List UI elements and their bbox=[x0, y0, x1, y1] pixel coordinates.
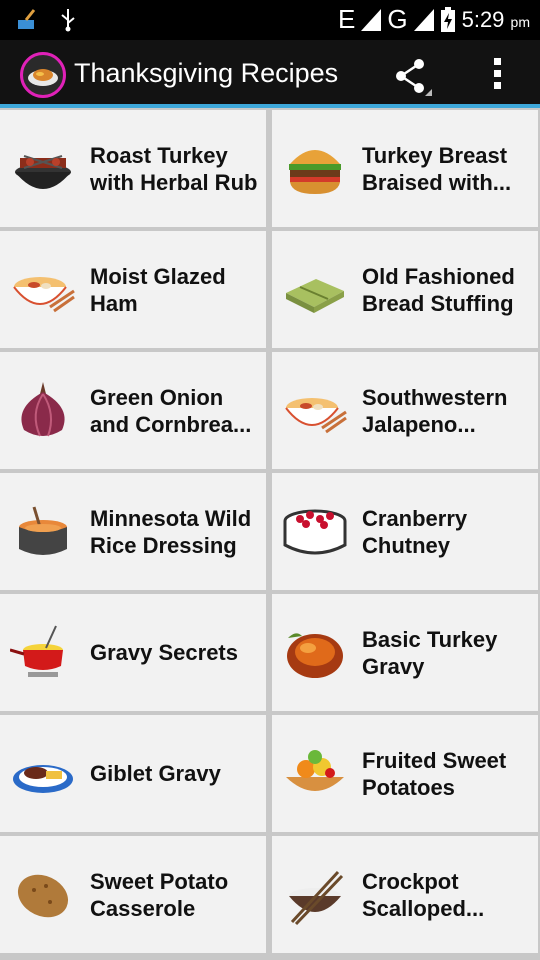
page-title: Thanksgiving Recipes bbox=[74, 58, 339, 88]
wrapped-food-icon bbox=[282, 257, 348, 323]
recipe-name: Sweet Potato Casserole bbox=[90, 868, 229, 921]
potato-icon bbox=[10, 862, 76, 928]
recipe-grid: Roast Turkey with Herbal Rub Turkey Breas… bbox=[0, 108, 540, 960]
burger-icon bbox=[282, 136, 348, 202]
recipe-name: Crockpot Scalloped... bbox=[362, 868, 485, 921]
recipe-card[interactable]: Moist Glazed Ham bbox=[0, 231, 266, 348]
app-bar: Thanksgiving Recipes bbox=[0, 40, 540, 108]
fondue-pot-icon bbox=[9, 620, 76, 686]
recipe-card[interactable]: Old Fashioned Bread Stuffing bbox=[272, 231, 538, 348]
cranberry-dish-icon bbox=[282, 499, 348, 565]
signal-icon-2 bbox=[413, 8, 434, 31]
share-icon[interactable] bbox=[392, 56, 432, 96]
recipe-card[interactable]: Turkey Breast Braised with... bbox=[272, 110, 538, 227]
soup-pot-icon bbox=[10, 499, 76, 565]
overflow-menu-icon[interactable] bbox=[488, 56, 508, 92]
clock: 5:29 pm bbox=[461, 6, 530, 32]
status-bar: E G 5:29 pm bbox=[0, 0, 540, 40]
recipe-card[interactable]: Minnesota Wild Rice Dressing bbox=[0, 473, 266, 590]
signal-icon-1 bbox=[361, 8, 382, 31]
recipe-name: Old Fashioned Bread Stuffing bbox=[362, 263, 515, 316]
grill-bowl-icon bbox=[10, 136, 76, 202]
app-logo-icon[interactable] bbox=[20, 52, 66, 98]
recipe-card[interactable]: Roast Turkey with Herbal Rub bbox=[0, 110, 266, 227]
roast-turkey-icon bbox=[282, 620, 348, 686]
recipe-card[interactable]: Gravy Secrets bbox=[0, 594, 266, 711]
recipe-card[interactable]: Basic Turkey Gravy bbox=[272, 594, 538, 711]
recipe-card[interactable]: Southwestern Jalapeno... bbox=[272, 352, 538, 469]
network-type-2: G bbox=[387, 4, 408, 34]
fruit-tart-icon bbox=[282, 741, 348, 807]
network-type-1: E bbox=[338, 4, 356, 34]
usb-icon bbox=[61, 9, 75, 32]
recipe-name: Minnesota Wild Rice Dressing bbox=[90, 505, 252, 558]
recipe-card[interactable]: Crockpot Scalloped... bbox=[272, 836, 538, 953]
recipe-name: Moist Glazed Ham bbox=[90, 263, 226, 316]
battery-charging-icon bbox=[440, 6, 455, 32]
recipe-name: Basic Turkey Gravy bbox=[362, 626, 498, 679]
recipe-name: Green Onion and Cornbrea... bbox=[90, 384, 252, 437]
recipe-name: Turkey Breast Braised with... bbox=[362, 142, 512, 195]
recipe-name: Giblet Gravy bbox=[90, 761, 221, 786]
recipe-card[interactable]: Fruited Sweet Potatoes bbox=[272, 715, 538, 832]
recipe-name: Fruited Sweet Potatoes bbox=[362, 747, 507, 800]
recipe-card[interactable]: Sweet Potato Casserole bbox=[0, 836, 266, 953]
recipe-card[interactable]: Green Onion and Cornbrea... bbox=[0, 352, 266, 469]
steak-plate-icon bbox=[10, 741, 76, 807]
noodle-bowl-icon bbox=[282, 378, 348, 444]
recipe-name: Gravy Secrets bbox=[90, 640, 238, 665]
onion-icon bbox=[10, 378, 76, 444]
rice-bowl-icon bbox=[282, 862, 348, 928]
recipe-name: Southwestern Jalapeno... bbox=[362, 384, 508, 437]
recipe-name: Cranberry Chutney bbox=[362, 505, 468, 558]
recipe-name: Roast Turkey with Herbal Rub bbox=[90, 142, 258, 195]
noodle-bowl-icon bbox=[10, 257, 76, 323]
broom-notification-icon bbox=[18, 9, 36, 29]
recipe-card[interactable]: Giblet Gravy bbox=[0, 715, 266, 832]
recipe-card[interactable]: Cranberry Chutney bbox=[272, 473, 538, 590]
